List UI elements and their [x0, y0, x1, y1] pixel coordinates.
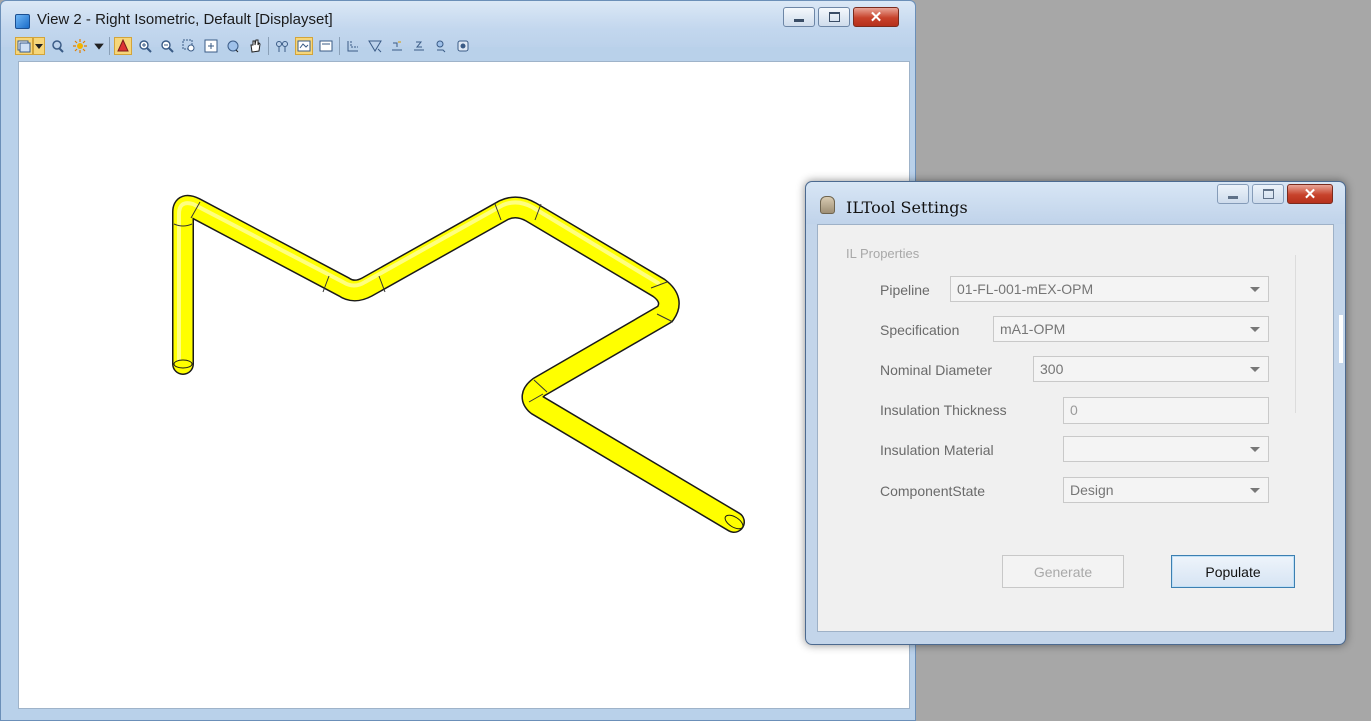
display-style-icon[interactable] — [49, 37, 67, 55]
pipeline-model — [172, 194, 745, 533]
component-state-label: ComponentState — [880, 483, 986, 499]
il-properties-group-label: IL Properties — [846, 246, 920, 261]
zoom-in-icon[interactable] — [136, 37, 154, 55]
dialog-minimize-button[interactable] — [1217, 184, 1249, 204]
view-window-icon — [15, 14, 30, 29]
view-previous-icon[interactable] — [273, 37, 291, 55]
view-next-icon[interactable] — [295, 37, 313, 55]
toolbar-separator — [109, 37, 110, 55]
window-area-icon[interactable] — [180, 37, 198, 55]
close-icon: ✕ — [1303, 186, 1317, 203]
dropdown-arrow-icon[interactable] — [33, 37, 45, 55]
close-button[interactable]: ✕ — [853, 7, 899, 27]
chevron-down-icon — [1250, 488, 1260, 493]
maximize-icon — [828, 12, 840, 22]
view-caption-buttons: ✕ — [780, 7, 899, 29]
view-attributes-icon[interactable] — [15, 37, 33, 55]
close-icon: ✕ — [869, 9, 883, 26]
pipeline-value: 01-FL-001-mEX-OPM — [957, 281, 1094, 297]
nominal-diameter-value: 300 — [1040, 361, 1064, 377]
dialog-close-button[interactable]: ✕ — [1287, 184, 1333, 204]
display-set-icon[interactable] — [388, 37, 406, 55]
dialog-body: IL Properties Pipeline 01-FL-001-mEX-OPM… — [817, 224, 1343, 632]
insulation-thickness-label: Insulation Thickness — [880, 402, 1007, 418]
zoom-out-icon[interactable] — [158, 37, 176, 55]
minimize-button[interactable] — [783, 7, 815, 27]
insulation-material-label: Insulation Material — [880, 442, 994, 458]
chevron-down-icon — [1250, 327, 1260, 332]
standard-views-icon[interactable] — [454, 37, 472, 55]
nominal-diameter-combobox[interactable]: 300 — [1033, 356, 1269, 382]
nominal-diameter-label: Nominal Diameter — [880, 362, 993, 378]
chevron-down-icon — [1250, 447, 1260, 452]
insulation-thickness-value: 0 — [1070, 402, 1078, 418]
dialog-maximize-button[interactable] — [1252, 184, 1284, 204]
iltool-app-icon — [820, 196, 835, 214]
iltool-settings-dialog: ILTool Settings ✕ IL Properties Pipeline… — [805, 181, 1346, 645]
toolbar-separator — [268, 37, 269, 55]
toolbar-separator — [339, 37, 340, 55]
insulation-material-combobox[interactable] — [1063, 436, 1269, 462]
maximize-button[interactable] — [818, 7, 850, 27]
chevron-down-icon — [1250, 287, 1260, 292]
maximize-icon — [1262, 189, 1274, 199]
dialog-title: ILTool Settings — [846, 198, 968, 217]
dropdown-arrow-icon[interactable] — [93, 37, 105, 55]
specification-label: Specification — [880, 322, 960, 338]
component-state-value: Design — [1070, 482, 1114, 498]
chevron-down-icon — [1250, 367, 1260, 372]
drawing-canvas[interactable] — [18, 61, 910, 709]
view-window: View 2 - Right Isometric, Default [Displ… — [0, 0, 916, 721]
view-toolbar — [15, 35, 476, 57]
clip-mask-icon[interactable] — [366, 37, 384, 55]
specification-combobox[interactable]: mA1-OPM — [993, 316, 1269, 342]
pipeline-label: Pipeline — [880, 282, 930, 298]
generate-button[interactable]: Generate — [1002, 555, 1124, 588]
pan-view-icon[interactable] — [246, 37, 264, 55]
pipe-end-cap — [173, 359, 193, 369]
rotate-view-icon[interactable] — [224, 37, 242, 55]
component-state-combobox[interactable]: Design — [1063, 477, 1269, 503]
dialog-caption-buttons: ✕ — [1214, 184, 1333, 206]
pipeline-combobox[interactable]: 01-FL-001-mEX-OPM — [950, 276, 1269, 302]
clip-volume-icon[interactable] — [344, 37, 362, 55]
group-divider — [1295, 255, 1296, 413]
camera-icon[interactable] — [410, 37, 428, 55]
lighting-icon[interactable] — [71, 37, 89, 55]
specification-value: mA1-OPM — [1000, 321, 1066, 337]
change-view-perspective-icon[interactable] — [432, 37, 450, 55]
update-view-icon[interactable] — [114, 37, 132, 55]
toggle-view-icon[interactable] — [317, 37, 335, 55]
scroll-indicator — [1339, 315, 1343, 363]
fit-view-icon[interactable] — [202, 37, 220, 55]
minimize-icon — [1228, 195, 1238, 199]
minimize-icon — [794, 18, 804, 22]
pipe-body — [173, 196, 744, 532]
view-title: View 2 - Right Isometric, Default [Displ… — [37, 11, 333, 28]
populate-button[interactable]: Populate — [1171, 555, 1295, 588]
dialog-titlebar[interactable]: ILTool Settings ✕ — [806, 182, 1345, 224]
insulation-thickness-field[interactable]: 0 — [1063, 397, 1269, 424]
